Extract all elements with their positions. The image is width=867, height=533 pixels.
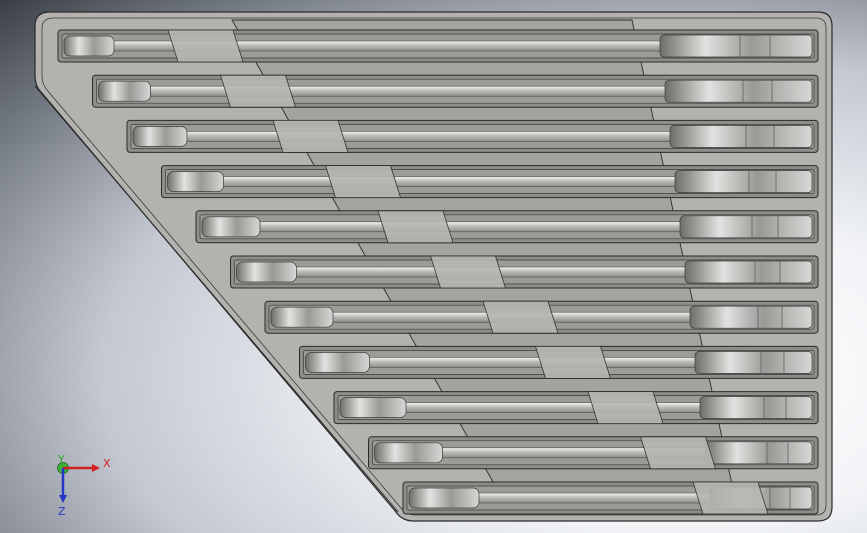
wrench-slot[interactable] xyxy=(264,300,819,334)
wrench-slot[interactable] xyxy=(230,255,819,289)
finger-recess xyxy=(219,74,297,108)
wrench-ring-end xyxy=(694,351,813,374)
finger-recess xyxy=(167,29,244,63)
wrench-ring-end xyxy=(659,34,813,58)
wrench-ring-end xyxy=(684,260,813,284)
wrench-open-end xyxy=(98,80,151,102)
finger-recess xyxy=(692,481,769,515)
cad-viewport[interactable] xyxy=(0,0,867,533)
finger-recess xyxy=(482,300,559,334)
wrench-slot[interactable] xyxy=(402,481,819,515)
wrench-slot[interactable] xyxy=(368,436,819,470)
wrench-slot[interactable] xyxy=(299,345,819,379)
finger-recess xyxy=(587,391,664,424)
wrench-open-end xyxy=(63,35,115,57)
wrench-ring-end xyxy=(664,79,813,103)
wrench-open-end xyxy=(270,306,334,328)
wrench-open-end xyxy=(167,171,224,192)
wrench-slot[interactable] xyxy=(161,165,819,199)
wrench-slot[interactable] xyxy=(195,210,819,244)
finger-recess xyxy=(324,165,402,198)
finger-recess xyxy=(377,210,454,244)
wrench-ring-end xyxy=(699,396,813,419)
wrench-slots xyxy=(57,29,819,515)
wrench-open-end xyxy=(305,352,370,373)
wrench-ring-end xyxy=(679,215,813,239)
wrench-ring-end xyxy=(689,305,813,329)
wrench-open-end xyxy=(132,126,188,147)
wrench-slot[interactable] xyxy=(92,74,819,108)
wrench-slot[interactable] xyxy=(333,391,819,425)
wrench-open-end xyxy=(236,261,297,283)
wrench-open-end xyxy=(374,442,443,464)
wrench-open-end xyxy=(408,487,480,509)
finger-recess xyxy=(534,346,612,379)
wrench-open-end xyxy=(201,216,261,238)
finger-recess xyxy=(429,255,507,289)
wrench-slot[interactable] xyxy=(126,119,819,153)
finger-recess xyxy=(272,120,349,153)
wrench-ring-end xyxy=(704,441,813,465)
wrench-open-end xyxy=(339,397,407,418)
wrench-ring-end xyxy=(674,170,813,193)
finger-recess xyxy=(639,436,717,470)
wrench-slot[interactable] xyxy=(57,29,819,63)
wrench-ring-end xyxy=(669,125,813,148)
